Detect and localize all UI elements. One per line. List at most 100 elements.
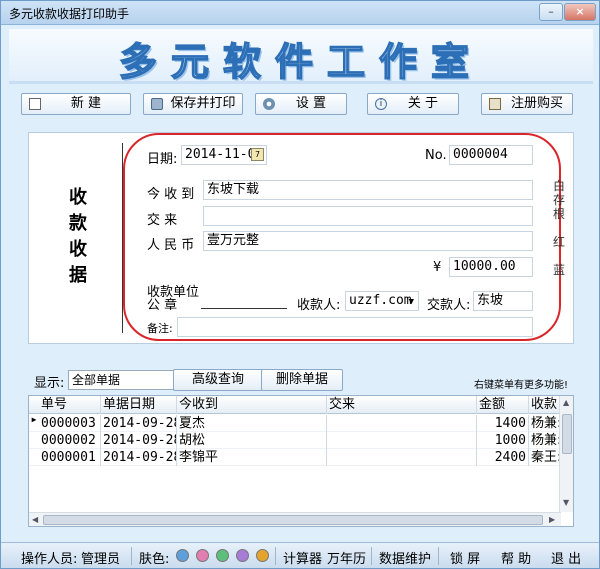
table-row[interactable]: 0000001 2014-09-28 李锦平 2400 秦王: <box>29 449 573 466</box>
table-row[interactable]: 0000002 2014-09-28 胡松 1000 杨兼: <box>29 432 573 449</box>
cell-amount: 1400 <box>477 415 529 432</box>
info-icon: i <box>375 98 387 110</box>
cell-for <box>327 415 477 432</box>
data-maintenance-button[interactable]: 数据维护 <box>379 548 431 567</box>
list-toolbar: 显示: 全部单据 ▼ 高级查询 删除单据 右键菜单有更多功能! <box>28 367 574 391</box>
rmb-amount-field[interactable]: 壹万元整 <box>203 231 533 251</box>
note-label: 备注: <box>147 322 173 335</box>
rmb-label: 人 民 币 <box>147 238 195 253</box>
title-bar[interactable]: 多元收款收据打印助手 – × <box>1 1 599 25</box>
receipt-number-field[interactable]: 0000004 <box>449 145 533 165</box>
scroll-down-icon[interactable]: ▼ <box>563 498 569 507</box>
copy-color-marks: 白 存 根 红 蓝 <box>553 179 565 277</box>
context-menu-hint: 右键菜单有更多功能! <box>473 380 568 391</box>
new-document-icon <box>29 98 41 110</box>
calendar-button[interactable]: 万年历 <box>327 548 366 567</box>
date-field[interactable]: 2014-11-06 7 <box>181 145 267 165</box>
operator-value: 管理员 <box>81 552 121 567</box>
amount-field[interactable]: 10000.00 <box>449 257 533 277</box>
payee-select[interactable]: uzzf.com ▼ <box>345 291 419 311</box>
column-header[interactable]: 单据日期 <box>101 396 177 414</box>
side-glyph: 蓝 <box>553 263 566 277</box>
scroll-right-icon[interactable]: ▶ <box>549 515 555 524</box>
status-separator <box>131 547 132 565</box>
payment-for-field[interactable] <box>203 206 533 226</box>
title-char: 据 <box>69 265 87 286</box>
status-separator <box>438 547 439 565</box>
delete-record-button[interactable]: 删除单据 <box>261 369 343 391</box>
payer-field[interactable]: 东坡 <box>473 291 533 311</box>
banner-divider <box>9 81 593 84</box>
skin-green-swatch[interactable] <box>216 549 229 562</box>
receipt-vertical-title: 收 款 收 据 <box>65 185 91 289</box>
register-button-label: 注册购买 <box>510 96 563 111</box>
horizontal-scroll-thumb[interactable] <box>43 515 543 525</box>
about-button-label: 关 于 <box>407 96 439 111</box>
cell-payee: 杨兼: <box>531 415 563 432</box>
payment-for-label: 交 来 <box>147 213 178 228</box>
yen-symbol: ¥ <box>433 260 442 275</box>
skin-purple-swatch[interactable] <box>236 549 249 562</box>
column-header[interactable]: 金额 <box>477 396 529 414</box>
save-print-button-label: 保存并打印 <box>170 96 236 111</box>
vertical-scrollbar[interactable]: ▲ ▼ <box>559 396 573 512</box>
lock-screen-button[interactable]: 锁 屏 <box>450 548 480 567</box>
filter-select[interactable]: 全部单据 ▼ <box>68 370 186 390</box>
received-from-field[interactable]: 东坡下载 <box>203 180 533 200</box>
skin-blue-swatch[interactable] <box>176 549 189 562</box>
skin-orange-swatch[interactable] <box>256 549 269 562</box>
help-button[interactable]: 帮 助 <box>501 548 531 567</box>
column-header[interactable]: 收款 <box>529 396 563 414</box>
calendar-icon[interactable]: 7 <box>251 148 264 161</box>
save-print-button[interactable]: 保存并打印 <box>143 93 243 115</box>
note-field[interactable] <box>177 317 533 337</box>
cell-from: 胡松 <box>177 432 327 449</box>
payee-value: uzzf.com <box>349 293 412 308</box>
register-button[interactable]: 注册购买 <box>481 93 573 115</box>
horizontal-scrollbar[interactable]: ◀ ▶ <box>29 512 561 526</box>
payee-label: 收款人: <box>297 298 341 313</box>
close-button[interactable]: × <box>564 3 596 21</box>
side-glyph <box>553 221 565 235</box>
new-button[interactable]: 新 建 <box>21 93 131 115</box>
settings-button[interactable]: 设 置 <box>255 93 347 115</box>
column-header[interactable]: 交来 <box>327 396 477 414</box>
advanced-query-button[interactable]: 高级查询 <box>173 369 263 391</box>
cell-from: 李锦平 <box>177 449 327 466</box>
payer-label: 交款人: <box>427 298 471 313</box>
calculator-button[interactable]: 计算器 <box>283 548 322 567</box>
skin-pink-swatch[interactable] <box>196 549 209 562</box>
receipt-number-label: No. <box>425 148 447 163</box>
minimize-button[interactable]: – <box>539 3 563 21</box>
table-row[interactable]: ▶ 0000003 2014-09-28 夏杰 1400 杨兼: <box>29 415 573 432</box>
filter-value: 全部单据 <box>72 373 121 387</box>
gear-icon <box>263 98 275 110</box>
brand-logo-text: 多元软件工作室 <box>118 38 483 85</box>
cell-payee: 杨兼: <box>531 432 563 449</box>
window-title: 多元收款收据打印助手 <box>9 7 130 21</box>
scroll-up-icon[interactable]: ▲ <box>563 398 569 407</box>
scroll-left-icon[interactable]: ◀ <box>32 515 38 524</box>
cell-no: 0000002 <box>39 432 101 449</box>
about-button[interactable]: i 关 于 <box>367 93 459 115</box>
toolbar: 新 建 保存并打印 设 置 i 关 于 注册购买 <box>11 91 591 119</box>
vertical-scroll-thumb[interactable] <box>562 414 572 454</box>
side-glyph <box>553 249 565 263</box>
side-glyph: 根 <box>553 207 566 221</box>
cell-date: 2014-09-28 <box>103 449 177 466</box>
seal-line <box>201 308 287 309</box>
cell-no: 0000001 <box>39 449 101 466</box>
column-header[interactable]: 单号 <box>39 396 101 414</box>
table-header: 单号 单据日期 今收到 交来 金额 收款 <box>29 396 573 414</box>
date-label: 日期: <box>147 152 178 167</box>
title-char: 款 <box>69 213 87 234</box>
cell-payee: 秦王: <box>531 449 563 466</box>
cell-for <box>327 432 477 449</box>
side-glyph: 白 <box>553 179 566 193</box>
cell-amount: 1000 <box>477 432 529 449</box>
show-label: 显示: <box>34 376 65 391</box>
current-row-icon: ▶ <box>31 415 37 424</box>
column-header[interactable]: 今收到 <box>177 396 327 414</box>
chevron-down-icon: ▼ <box>408 297 414 307</box>
exit-button[interactable]: 退 出 <box>551 548 581 567</box>
